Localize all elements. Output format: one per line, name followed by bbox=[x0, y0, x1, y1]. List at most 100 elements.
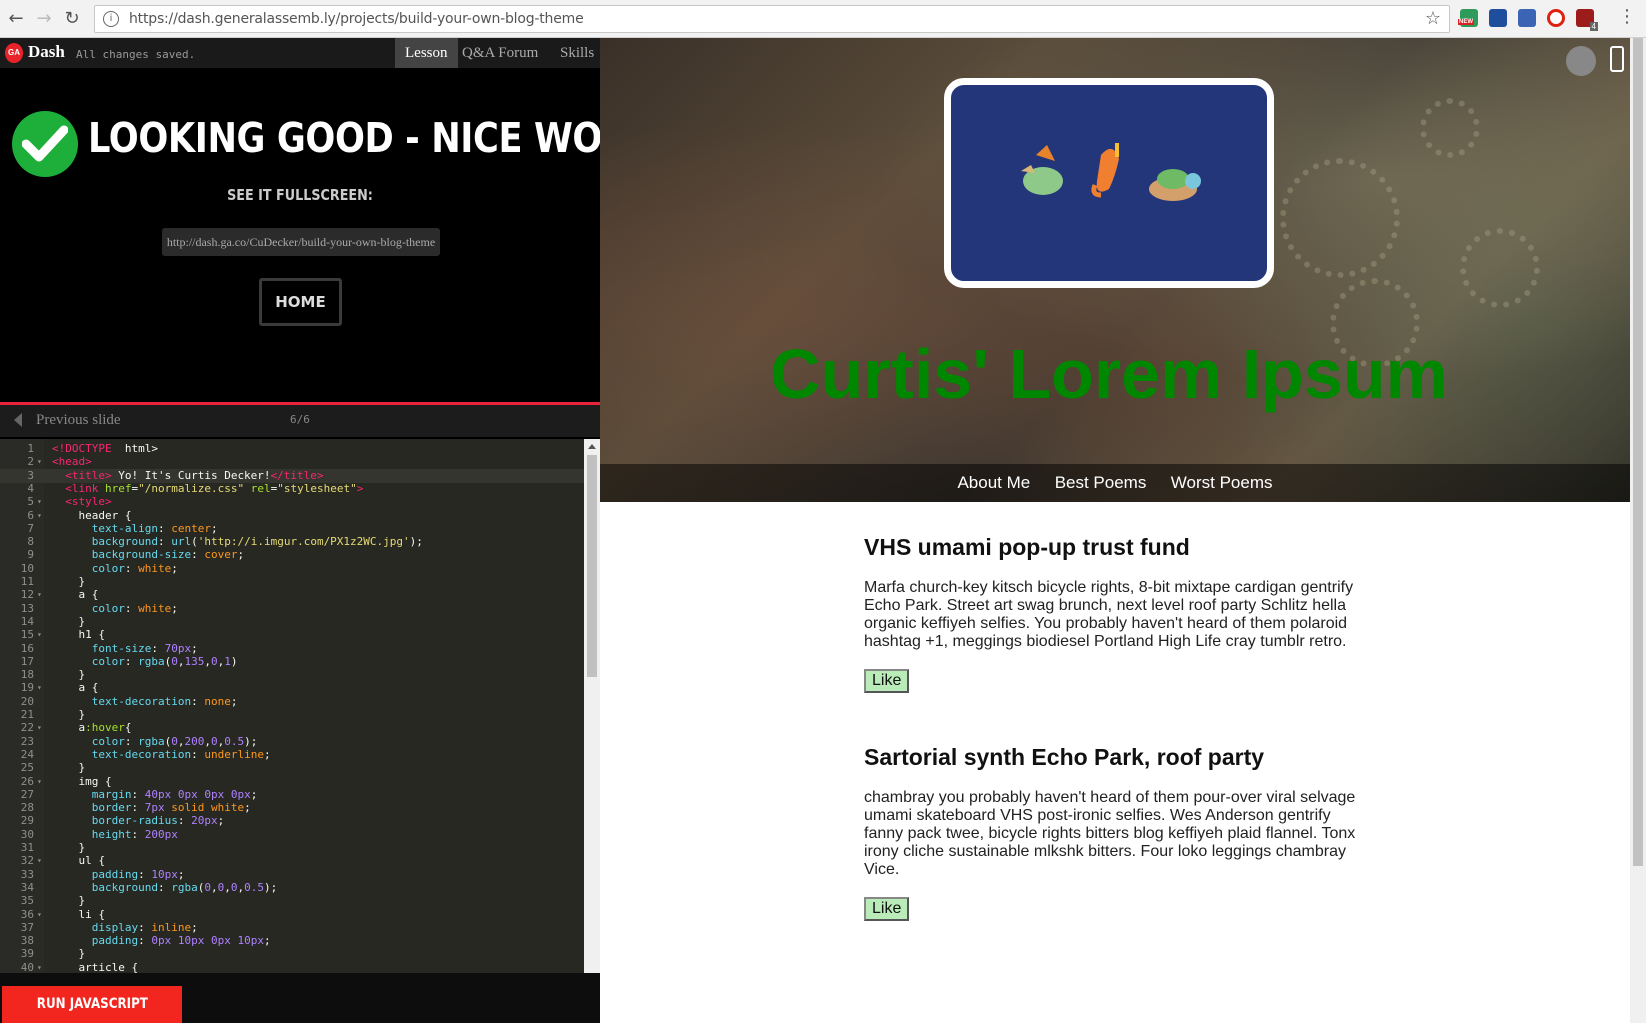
code-line[interactable]: 3 <title> Yo! It's Curtis Decker!</title… bbox=[0, 468, 584, 483]
menu-icon[interactable]: ⋮ bbox=[1618, 6, 1636, 27]
code-line[interactable]: 6 ▾ header { bbox=[0, 509, 584, 523]
success-headline: LOOKING GOOD - NICE WORK! bbox=[88, 114, 672, 162]
article: VHS umami pop-up trust fund Marfa church… bbox=[864, 534, 1364, 693]
code-line[interactable]: 9 background-size: cover; bbox=[0, 548, 584, 562]
fold-arrow-icon[interactable]: ▾ bbox=[37, 628, 42, 642]
code-line[interactable]: 11 } bbox=[0, 575, 584, 589]
code-line[interactable]: 22 ▾ a:hover{ bbox=[0, 721, 584, 735]
ga-logo[interactable]: GA bbox=[5, 43, 23, 63]
previous-arrow-icon[interactable] bbox=[14, 413, 22, 427]
browser-toolbar: ← → ↻ i https://dash.generalassemb.ly/pr… bbox=[0, 0, 1646, 38]
reload-icon[interactable]: ↻ bbox=[60, 7, 84, 31]
code-line[interactable]: 37 display: inline; bbox=[0, 921, 584, 935]
home-button[interactable]: HOME bbox=[259, 278, 342, 326]
fold-arrow-icon[interactable]: ▾ bbox=[37, 509, 42, 523]
nav-link-best-poems[interactable]: Best Poems bbox=[1045, 464, 1157, 502]
code-line[interactable]: 24 text-decoration: underline; bbox=[0, 748, 584, 762]
nav-link-about-me[interactable]: About Me bbox=[947, 464, 1040, 502]
code-line[interactable]: 33 padding: 10px; bbox=[0, 868, 584, 882]
code-line[interactable]: 26 ▾ img { bbox=[0, 775, 584, 789]
url-text[interactable]: https://dash.generalassemb.ly/projects/b… bbox=[129, 11, 584, 27]
tab-lesson[interactable]: Lesson bbox=[395, 38, 458, 68]
mobile-preview-icon[interactable] bbox=[1610, 46, 1624, 72]
code-line[interactable]: 15 ▾ h1 { bbox=[0, 628, 584, 642]
previous-slide-link[interactable]: Previous slide bbox=[36, 412, 121, 429]
info-icon[interactable]: i bbox=[103, 11, 119, 27]
line-number: 17 bbox=[20, 654, 34, 668]
dash-brand[interactable]: Dash bbox=[28, 42, 65, 62]
run-javascript-button[interactable]: RUN JAVASCRIPT bbox=[2, 986, 182, 1023]
code-line[interactable]: 7 text-align: center; bbox=[0, 522, 584, 536]
scroll-up-icon[interactable] bbox=[588, 444, 596, 449]
code-line[interactable]: 1 <!DOCTYPE html> bbox=[0, 442, 584, 456]
code-line[interactable]: 32 ▾ ul { bbox=[0, 854, 584, 868]
code-line[interactable]: 5 ▾ <style> bbox=[0, 495, 584, 509]
fold-arrow-icon[interactable]: ▾ bbox=[37, 775, 42, 789]
code-line[interactable]: 13 color: white; bbox=[0, 602, 584, 616]
code-line[interactable]: 16 font-size: 70px; bbox=[0, 642, 584, 656]
scrollbar-thumb[interactable] bbox=[1633, 38, 1643, 866]
code-line[interactable]: 30 height: 200px bbox=[0, 828, 584, 842]
fold-arrow-icon[interactable]: ▾ bbox=[37, 455, 42, 469]
extension-book-icon[interactable] bbox=[1489, 9, 1507, 27]
header-image bbox=[944, 78, 1274, 288]
article: Sartorial synth Echo Park, roof party ch… bbox=[864, 744, 1364, 921]
ublock-icon[interactable]: 4 bbox=[1576, 9, 1598, 31]
like-button[interactable]: Like bbox=[864, 669, 910, 693]
code-line[interactable]: 18 } bbox=[0, 668, 584, 682]
preview-scrollbar[interactable] bbox=[1630, 38, 1646, 1023]
fold-arrow-icon[interactable]: ▾ bbox=[37, 495, 42, 509]
opera-icon[interactable] bbox=[1547, 9, 1565, 27]
like-button[interactable]: Like bbox=[864, 897, 910, 921]
extension-new-icon[interactable]: NEW bbox=[1458, 9, 1478, 27]
code-line[interactable]: 25 } bbox=[0, 761, 584, 775]
code-text: h1 { bbox=[52, 628, 105, 642]
extension-bookmarks-icon[interactable] bbox=[1518, 9, 1536, 27]
code-text: } bbox=[52, 894, 86, 908]
back-icon[interactable]: ← bbox=[4, 7, 28, 31]
code-line[interactable]: 38 padding: 0px 10px 0px 10px; bbox=[0, 934, 584, 948]
code-line[interactable]: 4 <link href="/normalize.css" rel="style… bbox=[0, 482, 584, 496]
code-line[interactable]: 35 } bbox=[0, 894, 584, 908]
fullscreen-link[interactable]: http://dash.ga.co/CuDecker/build-your-ow… bbox=[162, 228, 440, 256]
fold-arrow-icon[interactable]: ▾ bbox=[37, 908, 42, 922]
code-line[interactable]: 36 ▾ li { bbox=[0, 908, 584, 922]
code-line[interactable]: 17 color: rgba(0,135,0,1) bbox=[0, 655, 584, 669]
code-line[interactable]: 28 border: 7px solid white; bbox=[0, 801, 584, 815]
nav-link-worst-poems[interactable]: Worst Poems bbox=[1161, 464, 1283, 502]
fold-arrow-icon[interactable]: ▾ bbox=[37, 721, 42, 735]
line-number: 2 bbox=[27, 455, 34, 469]
fold-arrow-icon[interactable]: ▾ bbox=[37, 854, 42, 868]
code-line[interactable]: 2 ▾ <head> bbox=[0, 455, 584, 469]
code-line[interactable]: 27 margin: 40px 0px 0px 0px; bbox=[0, 788, 584, 802]
site-title: Curtis' Lorem Ipsum bbox=[770, 335, 1448, 413]
editor-scrollbar[interactable] bbox=[584, 439, 600, 1011]
code-line[interactable]: 31 } bbox=[0, 841, 584, 855]
bookmark-star-icon[interactable]: ☆ bbox=[1425, 8, 1441, 29]
background-gear bbox=[1280, 158, 1400, 278]
code-line[interactable]: 8 background: url('http://i.imgur.com/PX… bbox=[0, 535, 584, 549]
fold-arrow-icon[interactable]: ▾ bbox=[37, 681, 42, 695]
forward-icon[interactable]: → bbox=[32, 7, 56, 31]
code-line[interactable]: 21 } bbox=[0, 708, 584, 722]
code-line[interactable]: 20 text-decoration: none; bbox=[0, 695, 584, 709]
code-line[interactable]: 29 border-radius: 20px; bbox=[0, 814, 584, 828]
code-text: border: 7px solid white; bbox=[91, 801, 251, 815]
code-line[interactable]: 14 } bbox=[0, 615, 584, 629]
code-line[interactable]: 10 color: white; bbox=[0, 562, 584, 576]
code-line[interactable]: 23 color: rgba(0,200,0,0.5); bbox=[0, 735, 584, 749]
tab-qa-forum[interactable]: Q&A Forum bbox=[452, 38, 548, 68]
fold-arrow-icon[interactable]: ▾ bbox=[37, 588, 42, 602]
line-number: 23 bbox=[20, 734, 34, 748]
tab-skills[interactable]: Skills bbox=[550, 38, 604, 68]
scrollbar-thumb[interactable] bbox=[587, 455, 597, 677]
code-line[interactable]: 34 background: rgba(0,0,0,0.5); bbox=[0, 881, 584, 895]
code-text: padding: 0px 10px 0px 10px; bbox=[91, 934, 271, 948]
record-icon[interactable] bbox=[1566, 46, 1596, 76]
code-line[interactable]: 12 ▾ a { bbox=[0, 588, 584, 602]
address-bar[interactable]: i https://dash.generalassemb.ly/projects… bbox=[94, 5, 1450, 33]
code-line[interactable]: 39 } bbox=[0, 947, 584, 961]
code-text: color: rgba(0,135,0,1) bbox=[91, 654, 238, 668]
code-line[interactable]: 19 ▾ a { bbox=[0, 681, 584, 695]
code-editor[interactable]: 1 <!DOCTYPE html> 2 ▾ <head> 3 <title> Yo! It… bbox=[0, 439, 600, 1011]
